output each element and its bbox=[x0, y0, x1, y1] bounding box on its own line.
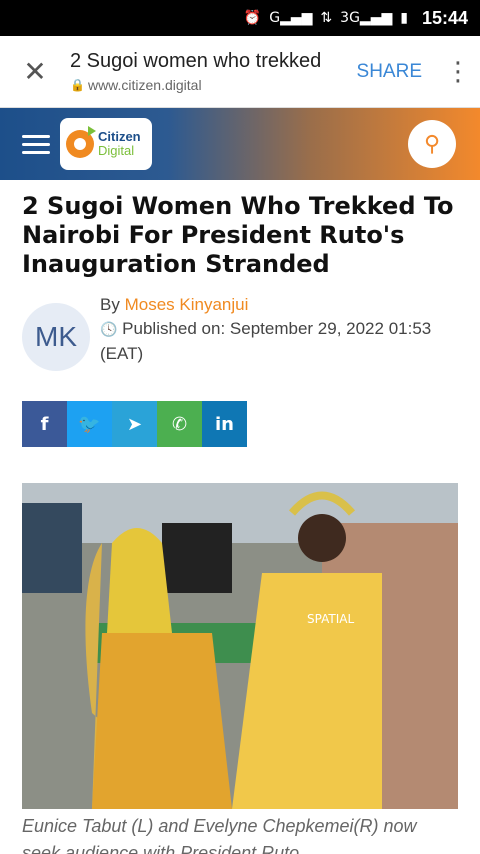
signal-3g-icon: 3G▂▄▆ bbox=[340, 10, 393, 26]
custom-tab-bar: ✕ 2 Sugoi women who trekked 🔒 www.citize… bbox=[0, 36, 480, 108]
tab-titles: 2 Sugoi women who trekked 🔒 www.citizen.… bbox=[70, 50, 343, 93]
telegram-icon[interactable]: ➤ bbox=[112, 401, 157, 447]
clock: 15:44 bbox=[421, 7, 468, 28]
share-button[interactable]: SHARE bbox=[343, 61, 436, 83]
published-date: Published on: September 29, 2022 01:53 (… bbox=[100, 319, 432, 363]
clock-icon: 🕓 bbox=[100, 322, 118, 338]
author-link[interactable]: Moses Kinyanjui bbox=[125, 295, 249, 314]
linkedin-icon[interactable]: in bbox=[202, 401, 247, 447]
hamburger-menu-icon[interactable] bbox=[22, 134, 50, 154]
overflow-menu-icon[interactable]: ⋮ bbox=[436, 57, 480, 87]
alarm-icon: ⏰ bbox=[243, 10, 262, 26]
twitter-icon[interactable]: 🐦 bbox=[67, 401, 112, 447]
whatsapp-icon[interactable]: ✆ bbox=[157, 401, 202, 447]
lock-icon: 🔒 bbox=[70, 78, 85, 92]
search-icon[interactable]: ⚲ bbox=[408, 120, 456, 168]
photo-caption: Eunice Tabut (L) and Evelyne Chepkemei(R… bbox=[22, 816, 417, 854]
byline: MK By Moses Kinyanjui 🕓 Published on: Se… bbox=[0, 279, 480, 371]
battery-icon: ▮ bbox=[400, 10, 408, 26]
signal-icon: G▂▄▆ bbox=[269, 10, 313, 26]
site-logo[interactable]: Citizen Digital bbox=[60, 118, 152, 170]
logo-mark-icon bbox=[66, 126, 96, 158]
data-arrows-icon: ⇅ bbox=[320, 10, 333, 26]
author-avatar: MK bbox=[22, 303, 90, 371]
article-photo: SPATIAL bbox=[22, 483, 458, 809]
close-icon[interactable]: ✕ bbox=[0, 55, 70, 88]
site-header: Citizen Digital ⚲ bbox=[0, 108, 480, 180]
tab-url: 🔒 www.citizen.digital bbox=[70, 77, 202, 93]
article-headline: 2 Sugoi Women Who Trekked To Nairobi For… bbox=[22, 192, 454, 278]
facebook-icon[interactable]: f bbox=[22, 401, 67, 447]
status-bar: ⏰ G▂▄▆ ⇅ 3G▂▄▆ ▮ 15:44 bbox=[0, 0, 480, 36]
tab-title: 2 Sugoi women who trekked bbox=[70, 50, 322, 72]
svg-text:SPATIAL: SPATIAL bbox=[307, 612, 354, 626]
share-buttons: f 🐦 ➤ ✆ in bbox=[22, 401, 480, 447]
